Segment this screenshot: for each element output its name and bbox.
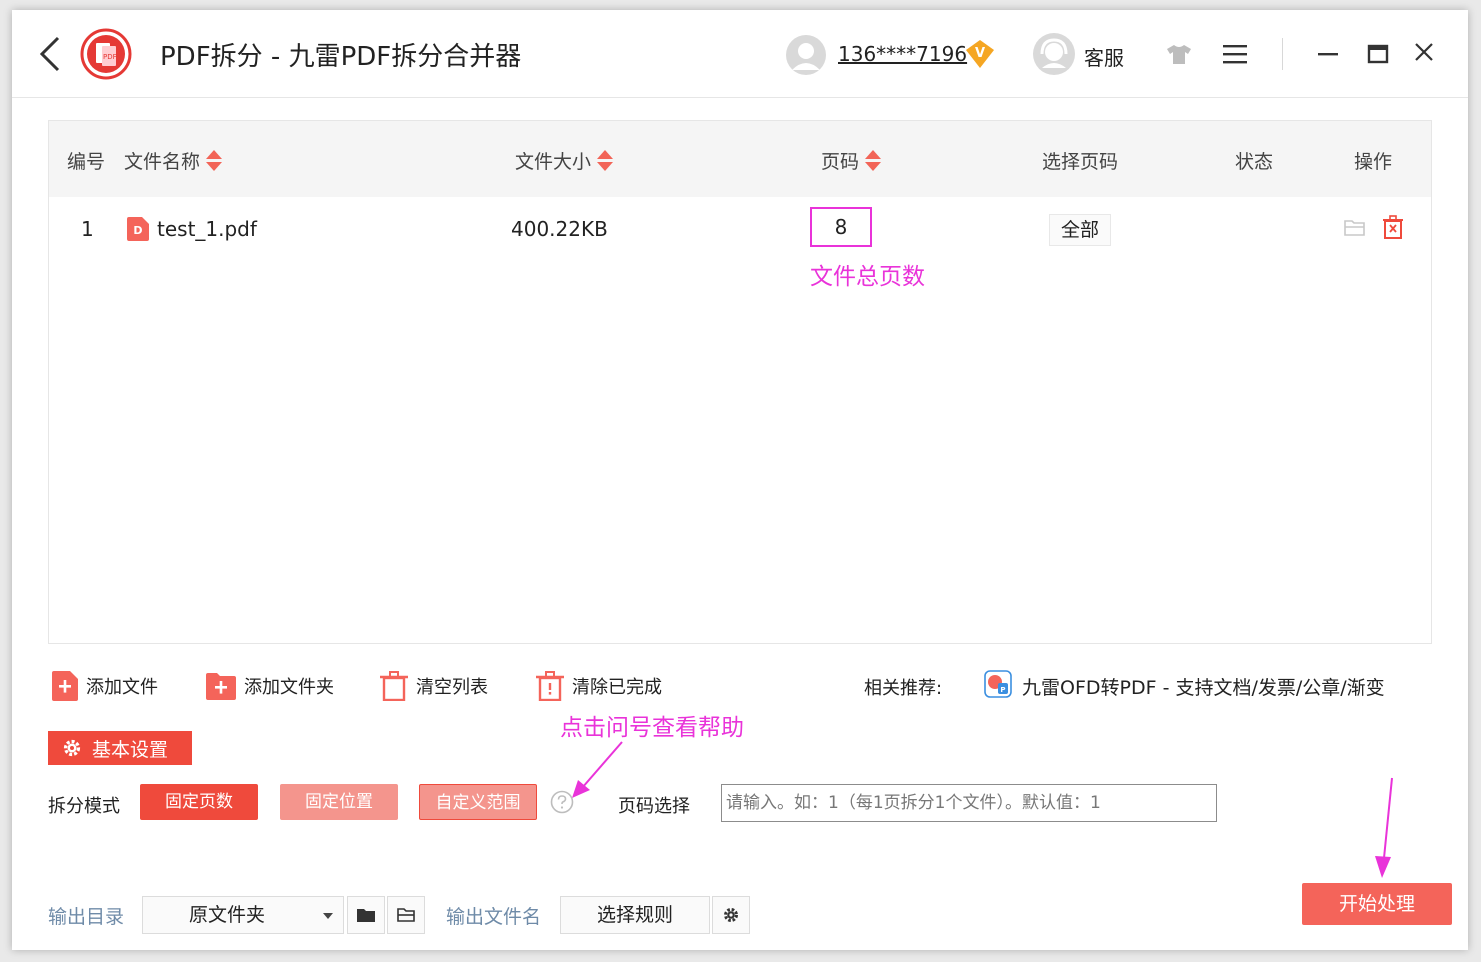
col-pages-header[interactable]: 页码 (821, 147, 882, 174)
mode-custom-range-button[interactable]: 自定义范围 (419, 784, 537, 820)
mode-fixed-position-button[interactable]: 固定位置 (280, 784, 398, 820)
row-size: 400.22KB (511, 217, 608, 241)
col-status-header: 状态 (1235, 151, 1274, 173)
col-size-header[interactable]: 文件大小 (515, 147, 614, 174)
folder-icon (357, 909, 375, 922)
back-arrow-icon[interactable] (36, 34, 66, 74)
output-dir-value: 原文件夹 (189, 904, 266, 926)
basic-settings-tab[interactable]: 基本设置 (48, 731, 192, 765)
menu-icon[interactable] (1222, 43, 1248, 65)
svg-text:PDF: PDF (103, 53, 117, 61)
annotation-total-pages: 文件总页数 (810, 264, 925, 290)
page-select-input[interactable] (721, 784, 1217, 822)
add-folder-icon (206, 673, 236, 700)
minimize-icon[interactable] (1316, 42, 1340, 66)
user-avatar-icon[interactable] (785, 34, 827, 76)
row-index: 1 (81, 217, 94, 241)
titlebar-divider (1282, 38, 1283, 70)
file-table: 编号 文件名称 文件大小 页码 选择页码 状态 操作 1 D test_1.pd… (48, 120, 1432, 644)
close-icon[interactable] (1412, 40, 1436, 64)
open-folder-icon (397, 908, 415, 922)
trash-icon (380, 671, 408, 701)
annotation-arrow-start (1375, 777, 1393, 878)
col-filename-header[interactable]: 文件名称 (124, 147, 223, 174)
skin-shirt-icon[interactable] (1166, 43, 1192, 65)
sort-arrows-icon[interactable] (865, 149, 882, 173)
open-output-folder-button[interactable] (387, 896, 425, 934)
annotation-help-hint: 点击问号查看帮助 (560, 715, 744, 741)
maximize-icon[interactable] (1366, 42, 1390, 66)
annotation-arrow-help (572, 741, 623, 798)
clear-done-label: 清除已完成 (572, 677, 662, 698)
col-index-header: 编号 (67, 151, 106, 173)
split-mode-label: 拆分模式 (48, 796, 120, 817)
output-dir-label: 输出目录 (48, 906, 125, 928)
table-row[interactable]: 1 D test_1.pdf 400.22KB 8 文件总页数 全部 (49, 197, 1431, 290)
output-dir-select[interactable]: 原文件夹 (142, 896, 344, 934)
support-label[interactable]: 客服 (1084, 42, 1124, 71)
ofd-app-icon[interactable]: P (984, 670, 1012, 698)
col-select-pages-header: 选择页码 (1042, 151, 1119, 173)
recommend-link[interactable]: 九雷OFD转PDF - 支持文档/发票/公章/渐变 (1022, 673, 1385, 700)
add-file-icon (52, 671, 78, 701)
recommend-label: 相关推荐: (864, 678, 943, 699)
output-filename-label: 输出文件名 (446, 906, 542, 928)
add-folder-label: 添加文件夹 (244, 677, 334, 698)
delete-icon[interactable] (1382, 215, 1404, 239)
basic-settings-label: 基本设置 (92, 738, 169, 761)
svg-text:D: D (133, 224, 142, 237)
clear-done-button[interactable]: 清除已完成 (536, 670, 662, 702)
gear-icon (724, 908, 738, 922)
app-window: PDF PDF拆分 - 九雷PDF拆分合并器 136****7196 V 客服 (12, 10, 1468, 950)
vip-badge-text: V (975, 46, 985, 61)
add-file-button[interactable]: 添加文件 (52, 670, 158, 702)
page-select-label: 页码选择 (618, 796, 690, 817)
select-rule-button[interactable]: 选择规则 (560, 896, 710, 934)
app-title: PDF拆分 - 九雷PDF拆分合并器 (160, 42, 522, 72)
mode-fixed-pages-button[interactable]: 固定页数 (140, 784, 258, 820)
clear-list-button[interactable]: 清空列表 (380, 670, 488, 702)
col-actions-header: 操作 (1354, 151, 1393, 173)
rule-settings-button[interactable] (712, 896, 750, 934)
select-pages-button[interactable]: 全部 (1049, 214, 1111, 246)
gear-icon (63, 739, 81, 757)
trash-done-icon (536, 671, 564, 701)
vip-badge-icon[interactable]: V (964, 38, 996, 70)
browse-folder-button[interactable] (347, 896, 385, 934)
row-filename: test_1.pdf (157, 217, 257, 241)
app-logo-icon: PDF (80, 28, 132, 80)
clear-list-label: 清空列表 (416, 677, 488, 698)
table-header: 编号 文件名称 文件大小 页码 选择页码 状态 操作 (49, 121, 1431, 197)
user-account-link[interactable]: 136****7196 (838, 42, 967, 66)
open-folder-icon[interactable] (1344, 217, 1366, 239)
title-bar: PDF PDF拆分 - 九雷PDF拆分合并器 136****7196 V 客服 (12, 10, 1468, 98)
svg-text:P: P (1000, 686, 1005, 694)
help-question-icon[interactable] (550, 790, 574, 814)
chevron-down-icon (323, 913, 333, 919)
support-headset-icon[interactable] (1032, 32, 1076, 76)
sort-arrows-icon[interactable] (597, 149, 614, 173)
start-process-button[interactable]: 开始处理 (1302, 883, 1452, 925)
sort-arrows-icon[interactable] (206, 149, 223, 173)
pdf-file-icon: D (127, 217, 149, 241)
row-page-count: 8 (810, 207, 872, 247)
add-file-label: 添加文件 (86, 677, 158, 698)
add-folder-button[interactable]: 添加文件夹 (206, 670, 334, 702)
